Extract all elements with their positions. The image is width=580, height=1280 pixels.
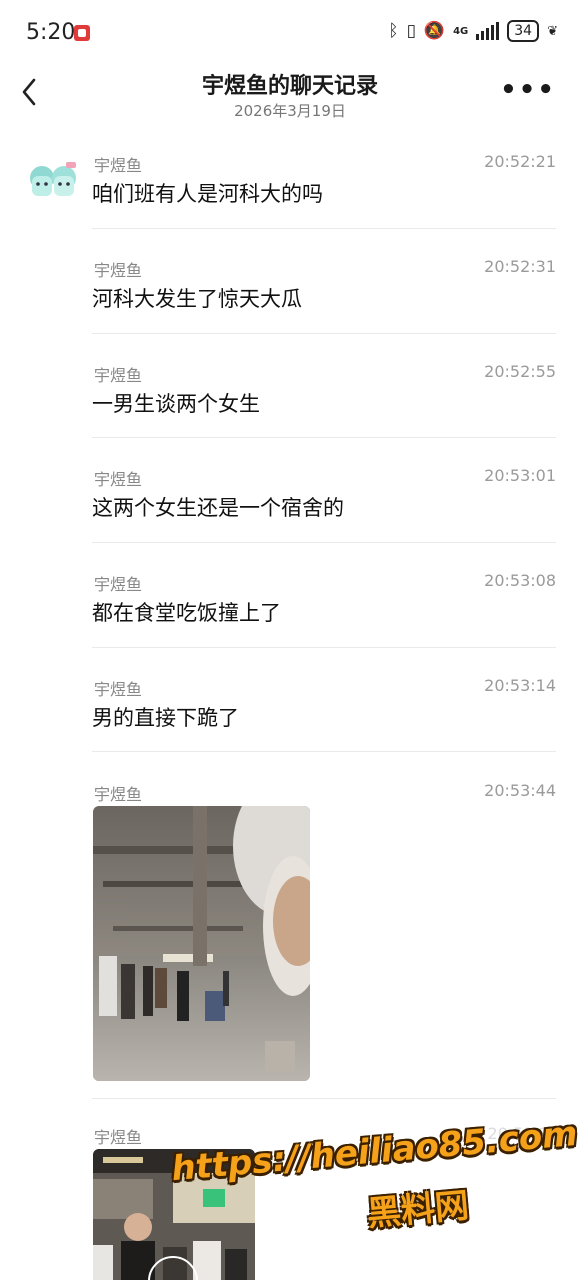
message-time: 20:52:55 — [484, 362, 556, 381]
message-sender: 宇煜鱼 — [94, 575, 143, 594]
signal-icon — [476, 22, 500, 40]
message-text[interactable]: 都在食堂吃饭撞上了 — [92, 597, 281, 627]
message-time: 20:53:14 — [484, 676, 556, 695]
message-sender: 宇煜鱼 — [94, 261, 143, 280]
page-title: 宇煜鱼的聊天记录 — [201, 74, 378, 99]
chat-message: 宇煜鱼 20:52:21 咱们班有人是河科大的吗 — [92, 152, 556, 212]
status-icons: ᛒ ▯ 🔕 4G 34 ❦ — [388, 20, 558, 42]
message-divider — [92, 437, 556, 438]
leaf-icon: ❦ — [547, 23, 558, 39]
battery-level: 34 — [507, 20, 540, 42]
chat-message: 宇煜鱼 20:53:08 都在食堂吃饭撞上了 — [92, 571, 556, 631]
bluetooth-icon: ᛒ — [388, 20, 399, 41]
vibrate-icon: ▯ — [406, 20, 416, 41]
nav-header: 宇煜鱼的聊天记录 2026年3月19日 ••• — [0, 64, 580, 134]
screen-record-icon — [74, 25, 90, 41]
more-dots-icon: ••• — [500, 75, 556, 105]
message-divider — [92, 333, 556, 334]
message-time: 20:52:31 — [484, 257, 556, 276]
message-time: 20:53:44 — [484, 781, 556, 800]
avatar[interactable] — [26, 158, 82, 202]
message-sender: 宇煜鱼 — [94, 785, 143, 804]
more-options-button[interactable]: ••• — [500, 77, 556, 103]
message-text[interactable]: 男的直接下跪了 — [92, 702, 239, 732]
message-sender: 宇煜鱼 — [94, 366, 143, 385]
message-sender: 宇煜鱼 — [94, 680, 143, 699]
chat-message: 宇煜鱼 20:52:55 一男生谈两个女生 — [92, 362, 556, 422]
message-divider — [92, 647, 556, 648]
status-time: 5:20 — [26, 20, 76, 45]
message-text[interactable]: 河科大发生了惊天大瓜 — [92, 283, 302, 313]
mute-bell-icon: 🔕 — [423, 20, 446, 41]
message-sender: 宇煜鱼 — [94, 470, 143, 489]
chat-message: 宇煜鱼 20:53:01 这两个女生还是一个宿舍的 — [92, 466, 556, 526]
message-sender: 宇煜鱼 — [94, 1128, 143, 1147]
message-text[interactable]: 这两个女生还是一个宿舍的 — [92, 492, 344, 522]
message-time: 20:53:08 — [484, 571, 556, 590]
message-divider — [92, 1098, 556, 1099]
message-text[interactable]: 一男生谈两个女生 — [92, 388, 260, 418]
chat-message: 宇煜鱼 20:53:14 男的直接下跪了 — [92, 676, 556, 736]
message-time: 20:52:21 — [484, 152, 556, 171]
message-photo[interactable] — [93, 806, 310, 1081]
message-divider — [92, 228, 556, 229]
network-type: 4G — [453, 25, 469, 37]
page-date: 2026年3月19日 — [234, 102, 346, 120]
message-time: 20:53:01 — [484, 466, 556, 485]
status-bar: 5:20 ᛒ ▯ 🔕 4G 34 ❦ — [0, 0, 580, 64]
message-divider — [92, 542, 556, 543]
message-text[interactable]: 咱们班有人是河科大的吗 — [92, 178, 323, 208]
message-sender: 宇煜鱼 — [94, 156, 143, 175]
watermark-name: 黑料网 — [365, 1185, 471, 1235]
message-divider — [92, 751, 556, 752]
chat-message: 宇煜鱼 20:52:31 河科大发生了惊天大瓜 — [92, 257, 556, 317]
